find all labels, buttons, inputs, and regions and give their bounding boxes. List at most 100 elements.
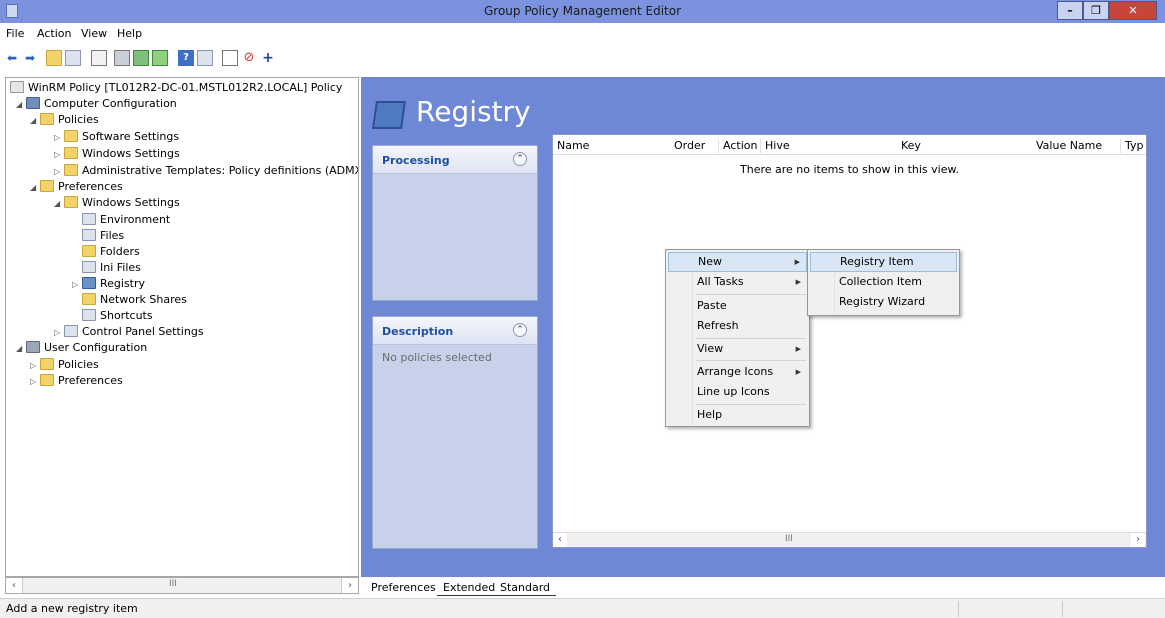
menu-view[interactable]: View (81, 27, 107, 40)
list-horizontal-scrollbar[interactable]: ‹ III › (553, 532, 1146, 547)
tree-item-network-shares[interactable]: Network Shares (82, 292, 187, 308)
forward-arrow-icon[interactable]: ➡ (22, 50, 38, 66)
close-button[interactable]: ✕ (1109, 1, 1157, 20)
expanded-arrow-icon[interactable]: ◢ (30, 113, 40, 129)
tree-label: Folders (100, 245, 140, 258)
collapsed-arrow-icon[interactable]: ▷ (54, 130, 64, 146)
scroll-right-icon[interactable]: › (341, 578, 358, 593)
collapse-icon[interactable]: ⌃ (513, 152, 527, 166)
tree-root[interactable]: WinRM Policy [TL012R2-DC-01.MSTL012R2.LO… (10, 80, 342, 96)
maximize-button[interactable]: ❐ (1083, 1, 1109, 20)
tab-preferences[interactable]: Preferences (365, 580, 442, 596)
menu-item-collection-item[interactable]: Collection Item (810, 272, 957, 292)
menu-item-label: Line up Icons (697, 385, 770, 398)
column-key[interactable]: Key (897, 139, 921, 153)
menu-item-line-up-icons[interactable]: Line up Icons (668, 382, 807, 402)
column-type[interactable]: Typ (1120, 139, 1144, 153)
menu-item-label: Refresh (697, 319, 739, 332)
tree-item-software-settings[interactable]: ▷ Software Settings (54, 129, 179, 145)
tree-item-computer-configuration[interactable]: ◢ Computer Configuration (16, 96, 177, 112)
tree-item-administrative-templates[interactable]: ▷ Administrative Templates: Policy defini… (54, 163, 358, 180)
tree-label: Registry (100, 277, 146, 290)
show-hide-tree-icon[interactable] (65, 50, 81, 66)
collapsed-arrow-icon[interactable]: ▷ (30, 358, 40, 374)
scroll-thumb-grip[interactable]: III (169, 579, 177, 589)
menu-item-registry-wizard[interactable]: Registry Wizard (810, 292, 957, 312)
tree-item-files[interactable]: Files (82, 228, 124, 244)
expanded-arrow-icon[interactable]: ◢ (54, 196, 64, 212)
menu-bar: File Action View Help (0, 23, 1165, 43)
network-shares-icon (82, 293, 96, 305)
scroll-right-icon[interactable]: › (1131, 533, 1145, 547)
menu-item-arrange-icons[interactable]: Arrange Icons ▶ (668, 362, 807, 382)
new-submenu: Registry Item Collection Item Registry W… (807, 249, 960, 316)
column-order[interactable]: Order (670, 139, 705, 153)
tree-label: Windows Settings (82, 196, 180, 209)
help-icon[interactable]: ? (178, 50, 194, 66)
tree-item-ini-files[interactable]: Ini Files (82, 260, 141, 276)
empty-list-message: There are no items to show in this view. (740, 163, 959, 176)
tree-item-preferences[interactable]: ◢ Preferences (30, 179, 123, 195)
refresh-icon[interactable] (133, 50, 149, 66)
tab-extended[interactable]: Extended (437, 580, 502, 596)
stop-icon[interactable]: ⊘ (241, 50, 257, 66)
column-value-name[interactable]: Value Name (1032, 139, 1102, 153)
collapsed-arrow-icon[interactable]: ▷ (54, 164, 64, 180)
menu-file[interactable]: File (6, 27, 24, 40)
column-hive[interactable]: Hive (760, 139, 790, 153)
tab-standard[interactable]: Standard (494, 580, 557, 596)
tree-item-user-policies[interactable]: ▷ Policies (30, 357, 99, 373)
properties-icon[interactable] (197, 50, 213, 66)
expanded-arrow-icon[interactable]: ◢ (30, 180, 40, 196)
back-arrow-icon[interactable]: ⬅ (4, 50, 20, 66)
tree-item-windows-settings[interactable]: ▷ Windows Settings (54, 146, 180, 162)
clipboard-icon[interactable] (91, 50, 107, 66)
menu-help[interactable]: Help (117, 27, 142, 40)
tree-pane[interactable]: WinRM Policy [TL012R2-DC-01.MSTL012R2.LO… (5, 77, 359, 577)
menu-item-new[interactable]: New ▶ (668, 252, 807, 272)
tree-item-shortcuts[interactable]: Shortcuts (82, 308, 153, 324)
menu-item-all-tasks[interactable]: All Tasks ▶ (668, 272, 807, 292)
tree-label: Policies (58, 113, 99, 126)
menu-item-refresh[interactable]: Refresh (668, 316, 807, 336)
collapsed-arrow-icon[interactable]: ▷ (72, 277, 82, 293)
collapsed-arrow-icon[interactable]: ▷ (54, 147, 64, 163)
expanded-arrow-icon[interactable]: ◢ (16, 341, 26, 357)
tree-item-folders[interactable]: Folders (82, 244, 140, 260)
collapsed-arrow-icon[interactable]: ▷ (54, 325, 64, 341)
print-icon[interactable] (114, 50, 130, 66)
tree-item-control-panel-settings[interactable]: ▷ Control Panel Settings (54, 324, 204, 340)
tree-item-registry[interactable]: ▷ Registry (72, 276, 145, 292)
export-list-icon[interactable] (152, 50, 168, 66)
tree-horizontal-scrollbar[interactable]: ‹ III › (5, 577, 359, 594)
column-action[interactable]: Action (718, 139, 757, 153)
document-icon[interactable] (222, 50, 238, 66)
tree-item-pref-windows-settings[interactable]: ◢ Windows Settings (54, 195, 180, 211)
scroll-left-icon[interactable]: ‹ (553, 533, 567, 547)
tree-item-user-configuration[interactable]: ◢ User Configuration (16, 340, 147, 356)
menu-item-help[interactable]: Help (668, 405, 807, 425)
folder-icon (40, 180, 54, 192)
tree-label: Software Settings (82, 130, 180, 143)
tree-label: Policies (58, 358, 99, 371)
minimize-button[interactable]: – (1057, 1, 1083, 20)
menu-item-view[interactable]: View ▶ (668, 339, 807, 359)
expanded-arrow-icon[interactable]: ◢ (16, 97, 26, 113)
up-folder-icon[interactable] (46, 50, 62, 66)
registry-list-view[interactable]: Name Order Action Hive Key Value Name Ty… (552, 134, 1147, 548)
tree-item-environment[interactable]: Environment (82, 212, 170, 228)
menu-item-paste[interactable]: Paste (668, 296, 807, 316)
tree-item-user-preferences[interactable]: ▷ Preferences (30, 373, 123, 389)
scroll-thumb-grip[interactable]: III (785, 534, 793, 544)
context-menu: New ▶ All Tasks ▶ Paste Refresh View ▶ Arra… (665, 249, 810, 427)
add-icon[interactable]: + (260, 50, 276, 66)
scroll-left-icon[interactable]: ‹ (6, 578, 23, 593)
column-name[interactable]: Name (553, 139, 589, 153)
folders-icon (82, 245, 96, 257)
collapsed-arrow-icon[interactable]: ▷ (30, 374, 40, 390)
menu-item-registry-item[interactable]: Registry Item (810, 252, 957, 272)
collapse-icon[interactable]: ⌃ (513, 323, 527, 337)
column-header: Name Order Action Hive Key Value Name Ty… (553, 135, 1146, 155)
menu-action[interactable]: Action (37, 27, 71, 40)
tree-item-policies[interactable]: ◢ Policies (30, 112, 99, 128)
